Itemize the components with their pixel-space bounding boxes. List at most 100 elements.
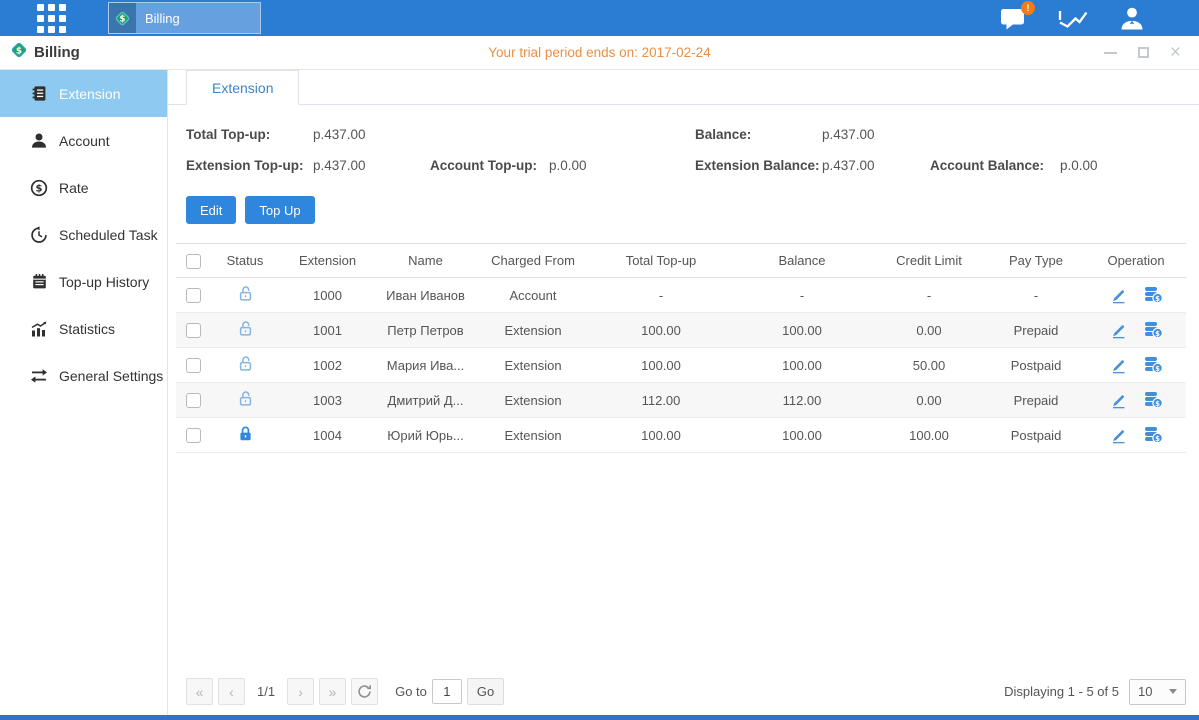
- resource-monitor-icon[interactable]: [1058, 7, 1088, 29]
- sidebar-item-label: Rate: [59, 180, 89, 196]
- balance-label: Balance:: [695, 119, 751, 150]
- svg-text:$: $: [16, 46, 22, 56]
- user-account-icon[interactable]: [1119, 6, 1145, 30]
- taskbar-tab-label: Billing: [145, 11, 180, 26]
- window-titlebar: $ Billing Your trial period ends on: 201…: [0, 36, 1199, 70]
- header-operation: Operation: [1086, 253, 1186, 268]
- topup-coins-icon[interactable]: $: [1143, 321, 1163, 339]
- billing-app-window: $ Billing ! $ Billing Your trial period …: [0, 0, 1199, 720]
- cell-charged-from: Account: [476, 288, 590, 303]
- close-button[interactable]: ×: [1170, 45, 1181, 61]
- row-checkbox[interactable]: [186, 323, 201, 338]
- balance-value: p.437.00: [822, 119, 875, 150]
- sidebar-item-label: Account: [59, 133, 110, 149]
- cell-credit-limit: 0.00: [872, 393, 986, 408]
- edit-pencil-icon[interactable]: [1110, 357, 1127, 374]
- top-up-button[interactable]: Top Up: [245, 196, 314, 224]
- maximize-button[interactable]: [1138, 45, 1149, 61]
- header-status: Status: [210, 253, 280, 268]
- cell-credit-limit: 100.00: [872, 428, 986, 443]
- row-checkbox[interactable]: [186, 393, 201, 408]
- extension-topup-label: Extension Top-up:: [186, 150, 304, 181]
- topup-coins-icon[interactable]: $: [1143, 356, 1163, 374]
- sidebar-item-label: Top-up History: [59, 274, 149, 290]
- status-lock-icon: [237, 325, 254, 340]
- tab-extension[interactable]: Extension: [186, 70, 299, 105]
- cell-name: Мария Ива...: [375, 358, 476, 373]
- table-row: 1001 Петр Петров Extension 100.00 100.00…: [176, 313, 1186, 348]
- trial-notice: Your trial period ends on: 2017-02-24: [488, 45, 710, 60]
- displaying-text: Displaying 1 - 5 of 5: [1004, 684, 1119, 699]
- header-name: Name: [375, 253, 476, 268]
- sidebar-item-label: Statistics: [59, 321, 115, 337]
- sidebar-item-general-settings[interactable]: General Settings: [0, 352, 167, 399]
- pagination-bar: « ‹ 1/1 › » Go to Go Displaying 1 - 5 of…: [186, 678, 1186, 705]
- account-balance-label: Account Balance:: [930, 150, 1044, 181]
- cell-extension: 1000: [280, 288, 375, 303]
- edit-pencil-icon[interactable]: [1110, 392, 1127, 409]
- cell-balance: 100.00: [732, 428, 872, 443]
- notifications-icon[interactable]: !: [1000, 7, 1027, 30]
- cell-total-topup: 100.00: [590, 358, 732, 373]
- goto-page-input[interactable]: [432, 679, 462, 704]
- edit-pencil-icon[interactable]: [1110, 427, 1127, 444]
- action-buttons: Edit Top Up: [186, 196, 1199, 224]
- chevron-down-icon: [1169, 689, 1177, 694]
- table-row: 1003 Дмитрий Д... Extension 112.00 112.0…: [176, 383, 1186, 418]
- page-size-select[interactable]: 10: [1129, 679, 1186, 705]
- svg-text:$: $: [1155, 435, 1160, 443]
- first-page-button[interactable]: «: [186, 678, 213, 705]
- row-checkbox[interactable]: [186, 428, 201, 443]
- svg-text:$: $: [36, 183, 43, 194]
- taskbar: $ Billing !: [0, 0, 1199, 36]
- main-panel: Extension Total Top-up: p.437.00 Balance…: [168, 70, 1199, 715]
- tab-strip: Extension: [168, 70, 1199, 105]
- sidebar-item-extension[interactable]: Extension: [0, 70, 167, 117]
- cell-pay-type: -: [986, 288, 1086, 303]
- cell-extension: 1001: [280, 323, 375, 338]
- sidebar-item-statistics[interactable]: Statistics: [0, 305, 167, 352]
- table-row: 1002 Мария Ива... Extension 100.00 100.0…: [176, 348, 1186, 383]
- cell-balance: -: [732, 288, 872, 303]
- header-charged-from: Charged From: [476, 253, 590, 268]
- window-title-group: $ Billing: [10, 41, 80, 64]
- sidebar-item-label: General Settings: [59, 368, 163, 384]
- svg-text:$: $: [1155, 330, 1160, 338]
- topup-coins-icon[interactable]: $: [1143, 391, 1163, 409]
- sidebar-item-rate[interactable]: $ Rate: [0, 164, 167, 211]
- svg-text:$: $: [1155, 365, 1160, 373]
- cell-charged-from: Extension: [476, 393, 590, 408]
- cell-name: Дмитрий Д...: [375, 393, 476, 408]
- account-topup-value: p.0.00: [549, 150, 587, 181]
- extension-balance-label: Extension Balance:: [695, 150, 820, 181]
- edit-pencil-icon[interactable]: [1110, 287, 1127, 304]
- topup-coins-icon[interactable]: $: [1143, 426, 1163, 444]
- row-checkbox[interactable]: [186, 358, 201, 373]
- prev-page-button[interactable]: ‹: [218, 678, 245, 705]
- topup-coins-icon[interactable]: $: [1143, 286, 1163, 304]
- edit-button[interactable]: Edit: [186, 196, 236, 224]
- statistics-icon: [30, 320, 48, 338]
- cell-credit-limit: -: [872, 288, 986, 303]
- apps-grid-icon[interactable]: [37, 4, 66, 33]
- header-pay-type: Pay Type: [986, 253, 1086, 268]
- next-page-button[interactable]: ›: [287, 678, 314, 705]
- sidebar-item-scheduled-task[interactable]: Scheduled Task: [0, 211, 167, 258]
- edit-pencil-icon[interactable]: [1110, 322, 1127, 339]
- minimize-button[interactable]: [1104, 45, 1117, 61]
- sidebar-item-topup-history[interactable]: Top-up History: [0, 258, 167, 305]
- scheduled-task-icon: [30, 226, 48, 244]
- sidebar-item-account[interactable]: Account: [0, 117, 167, 164]
- extension-balance-value: p.437.00: [822, 150, 875, 181]
- last-page-button[interactable]: »: [319, 678, 346, 705]
- go-button[interactable]: Go: [467, 678, 504, 705]
- status-lock-icon: [237, 395, 254, 410]
- billing-app-icon: $: [109, 3, 136, 33]
- taskbar-tab-billing[interactable]: $ Billing: [108, 2, 261, 34]
- select-all-checkbox[interactable]: [186, 254, 201, 269]
- refresh-icon[interactable]: [351, 678, 378, 705]
- row-checkbox[interactable]: [186, 288, 201, 303]
- table-row: 1004 Юрий Юрь... Extension 100.00 100.00…: [176, 418, 1186, 453]
- total-topup-value: p.437.00: [313, 119, 366, 150]
- cell-charged-from: Extension: [476, 358, 590, 373]
